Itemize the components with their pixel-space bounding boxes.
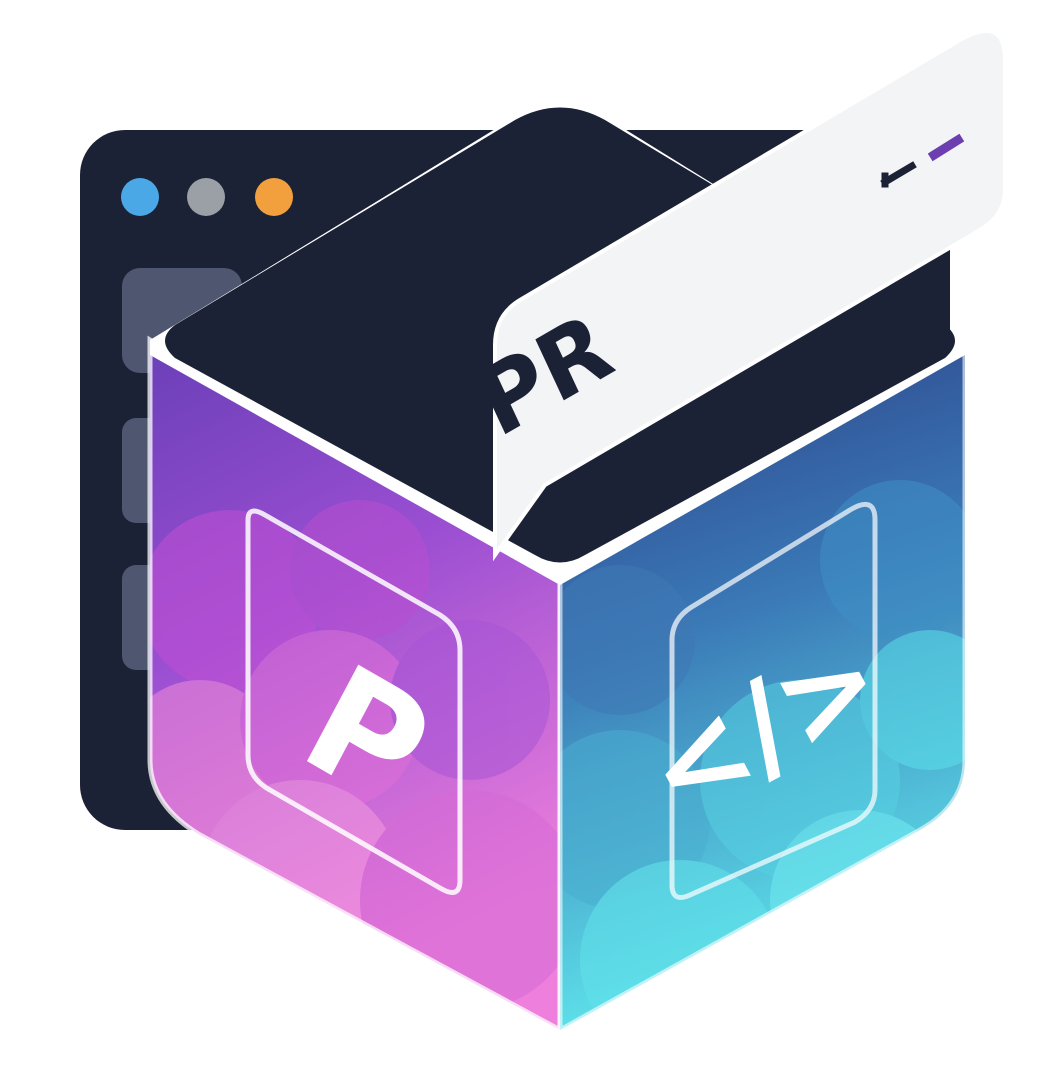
gray-dot: [187, 178, 225, 216]
logo-art: PR P </>: [80, 29, 1007, 1035]
blue-dot: [121, 178, 159, 216]
window-dots: [121, 178, 293, 216]
orange-dot: [255, 178, 293, 216]
pr-logo-illustration: PR P </>: [0, 0, 1057, 1084]
